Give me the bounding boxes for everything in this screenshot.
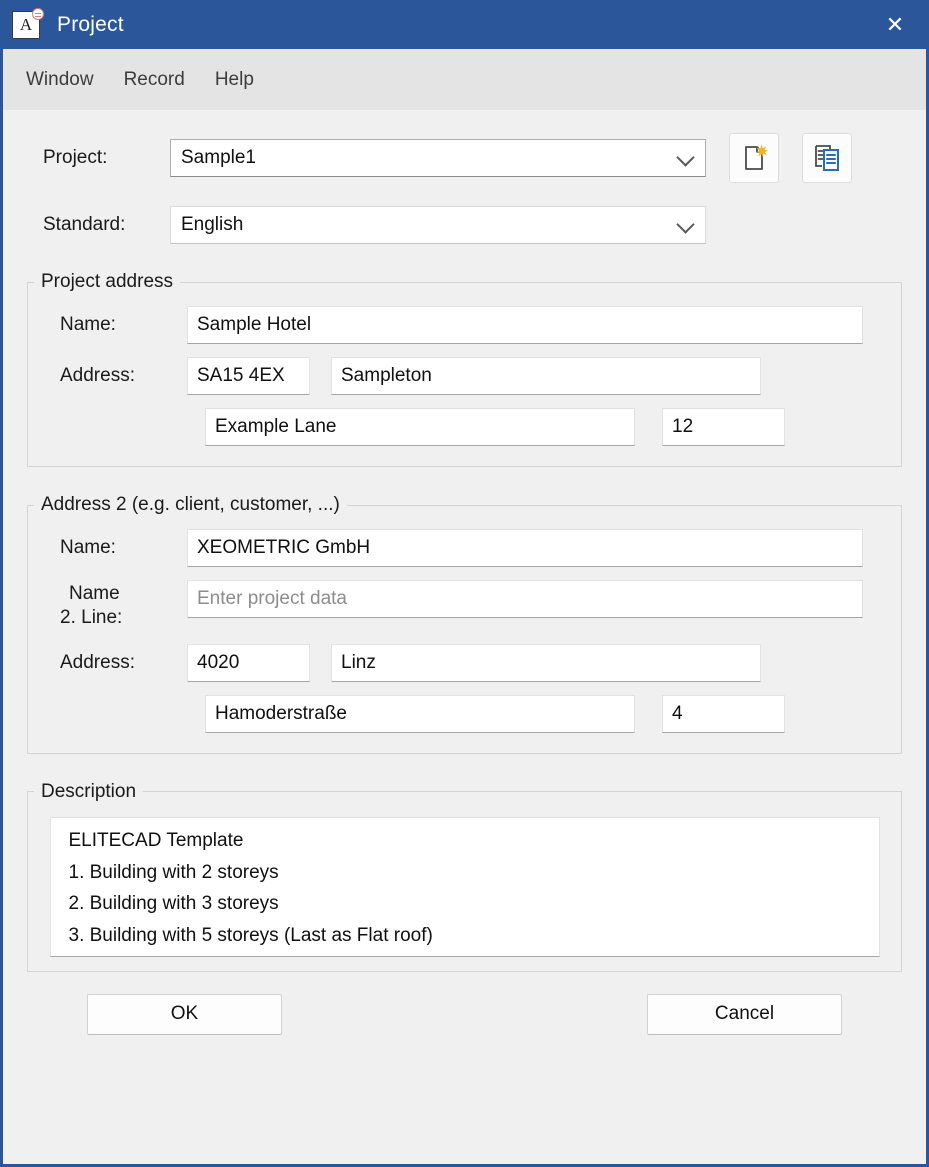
description-textarea[interactable]: ELITECAD Template 1. Building with 2 sto… xyxy=(50,817,880,957)
menu-item-help[interactable]: Help xyxy=(215,69,254,91)
standard-label: Standard: xyxy=(25,214,170,236)
standard-select-value: English xyxy=(171,214,243,236)
project-address-zip-input[interactable] xyxy=(187,357,310,395)
project-address-address-row: Address: xyxy=(28,357,901,395)
project-dialog-window: A Project ✕ Window Record Help Project: … xyxy=(0,0,929,1167)
address2-name-label: Name: xyxy=(42,529,187,560)
project-address-group: Project address Name: Address: xyxy=(27,271,902,467)
address2-number-input[interactable] xyxy=(662,695,785,733)
description-legend: Description xyxy=(34,781,143,803)
project-row: Project: Sample1 xyxy=(25,133,904,183)
project-select-value: Sample1 xyxy=(171,147,256,169)
new-project-button[interactable] xyxy=(729,133,779,183)
window-title: Project xyxy=(57,13,124,37)
address2-name2-label: Name 2. Line: xyxy=(42,580,187,631)
project-address-address-label: Address: xyxy=(42,357,187,388)
document-a-icon: A xyxy=(12,11,40,39)
standard-select[interactable]: English xyxy=(170,206,706,244)
address2-city-input[interactable] xyxy=(331,644,761,682)
project-address-name-input[interactable] xyxy=(187,306,863,344)
new-document-icon xyxy=(739,143,769,173)
app-icon-letter: A xyxy=(20,16,32,33)
app-icon-badge xyxy=(32,8,44,20)
standard-row: Standard: English xyxy=(25,206,904,244)
project-address-city-input[interactable] xyxy=(331,357,761,395)
project-address-name-label: Name: xyxy=(42,306,187,337)
project-address-legend: Project address xyxy=(34,271,180,293)
menu-item-window[interactable]: Window xyxy=(26,69,94,91)
address2-legend: Address 2 (e.g. client, customer, ...) xyxy=(34,494,347,516)
ok-button[interactable]: OK xyxy=(87,994,282,1035)
title-bar: A Project ✕ xyxy=(3,0,926,49)
address2-address-label: Address: xyxy=(42,644,187,675)
project-address-street-input[interactable] xyxy=(205,408,635,446)
address2-zip-input[interactable] xyxy=(187,644,310,682)
copy-project-button[interactable] xyxy=(802,133,852,183)
menu-bar: Window Record Help xyxy=(3,49,926,110)
description-group: Description ELITECAD Template 1. Buildin… xyxy=(27,781,902,972)
address2-name2-label-line2: 2. Line: xyxy=(60,606,187,630)
address2-street-input[interactable] xyxy=(205,695,635,733)
cancel-button[interactable]: Cancel xyxy=(647,994,842,1035)
project-select[interactable]: Sample1 xyxy=(170,139,706,177)
address2-name-input[interactable] xyxy=(187,529,863,567)
chevron-down-icon xyxy=(676,148,694,166)
project-address-street-row xyxy=(28,408,901,446)
dialog-footer: OK Cancel xyxy=(25,972,904,1035)
address2-name2-row: Name 2. Line: xyxy=(28,580,901,631)
copy-document-icon xyxy=(812,143,842,173)
address2-name-row: Name: xyxy=(28,529,901,567)
project-address-number-input[interactable] xyxy=(662,408,785,446)
project-label: Project: xyxy=(25,147,170,169)
address2-name2-input[interactable] xyxy=(187,580,863,618)
close-icon[interactable]: ✕ xyxy=(864,0,926,49)
address2-name2-label-line1: Name xyxy=(60,582,187,606)
menu-item-record[interactable]: Record xyxy=(124,69,185,91)
project-address-name-row: Name: xyxy=(28,306,901,344)
address2-group: Address 2 (e.g. client, customer, ...) N… xyxy=(27,494,902,754)
address2-address-row: Address: xyxy=(28,644,901,682)
dialog-body: Project: Sample1 xyxy=(3,133,926,1035)
chevron-down-icon xyxy=(676,215,694,233)
address2-street-row xyxy=(28,695,901,733)
